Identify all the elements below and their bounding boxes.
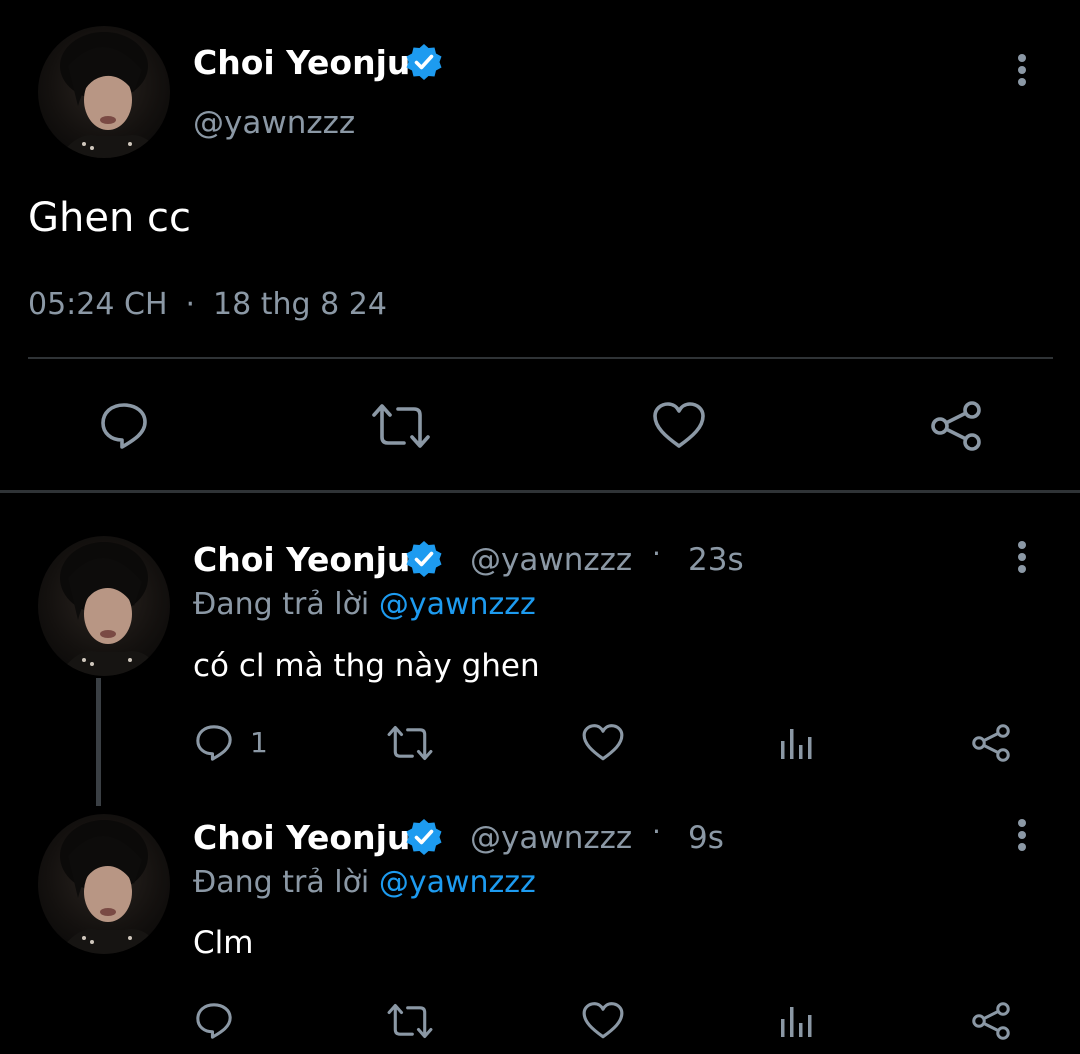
bar-chart-icon <box>781 729 812 759</box>
retweet-button[interactable] <box>384 722 436 764</box>
tweet-text: Clm <box>193 925 254 961</box>
author-name[interactable]: Choi Yeonjun <box>193 46 434 79</box>
mention-link[interactable]: @yawnzzz <box>379 587 536 622</box>
avatar[interactable] <box>38 814 170 954</box>
verified-badge-icon <box>406 44 442 80</box>
share-button[interactable] <box>968 998 1014 1044</box>
replying-to: Đang trả lời @yawnzzz <box>193 590 536 620</box>
avatar[interactable] <box>38 536 170 676</box>
verified-badge-icon <box>406 541 442 577</box>
tweet-text: Ghen cc <box>28 195 192 241</box>
tweet-timestamp: 05:24 CH · 18 thg 8 24 <box>28 290 387 320</box>
avatar-photo <box>58 32 162 158</box>
views-button[interactable] <box>776 1000 816 1042</box>
retweet-arrows-icon <box>372 404 430 448</box>
more-options-button[interactable] <box>1007 815 1037 855</box>
heart-icon <box>653 402 705 448</box>
share-button[interactable] <box>926 396 986 456</box>
reply-button[interactable] <box>194 999 240 1043</box>
more-options-button[interactable] <box>1007 537 1037 577</box>
bar-chart-icon <box>781 1007 812 1037</box>
tweet-time[interactable]: 05:24 CH <box>28 287 168 322</box>
author-name[interactable]: Choi Yeonjun <box>193 543 434 576</box>
speech-bubble-icon <box>101 403 147 449</box>
reply-button[interactable]: 1 <box>194 720 284 766</box>
like-button[interactable] <box>580 1000 626 1042</box>
replying-to-label: Đang trả lời <box>193 865 370 900</box>
more-options-button[interactable] <box>1007 50 1037 90</box>
heart-icon <box>582 1002 624 1039</box>
author-name[interactable]: Choi Yeonjun <box>193 821 434 854</box>
avatar-photo <box>58 820 162 954</box>
meta-separator: · <box>185 287 196 322</box>
speech-bubble-icon <box>196 725 232 761</box>
reply-button[interactable] <box>94 398 154 454</box>
author-handle[interactable]: @yawnzzz <box>470 823 632 854</box>
vertical-dots-icon <box>1018 54 1026 86</box>
section-divider <box>0 490 1080 493</box>
avatar-photo <box>58 542 162 676</box>
replying-to: Đang trả lời @yawnzzz <box>193 868 536 898</box>
retweet-arrows-icon <box>387 1003 433 1039</box>
tweet-date[interactable]: 18 thg 8 24 <box>213 287 387 322</box>
like-button[interactable] <box>580 722 626 764</box>
mention-link[interactable]: @yawnzzz <box>379 865 536 900</box>
author-handle[interactable]: @yawnzzz <box>470 545 632 576</box>
retweet-button[interactable] <box>384 1000 436 1042</box>
tweet-age[interactable]: 9s <box>688 823 724 854</box>
share-button[interactable] <box>968 720 1014 766</box>
tweet-text: có cl mà thg này ghen <box>193 648 540 684</box>
meta-separator: · <box>652 537 661 570</box>
vertical-dots-icon <box>1018 541 1026 573</box>
share-nodes-icon <box>931 401 981 451</box>
verified-badge-icon <box>406 819 442 855</box>
retweet-arrows-icon <box>387 725 433 761</box>
thread-line <box>96 678 101 806</box>
reply-count: 1 <box>250 726 268 759</box>
author-handle[interactable]: @yawnzzz <box>193 108 355 139</box>
speech-bubble-icon <box>196 1003 232 1039</box>
share-nodes-icon <box>972 724 1010 762</box>
divider <box>28 357 1053 359</box>
replying-to-label: Đang trả lời <box>193 587 370 622</box>
retweet-button[interactable] <box>368 398 434 454</box>
like-button[interactable] <box>648 398 710 454</box>
vertical-dots-icon <box>1018 819 1026 851</box>
meta-separator: · <box>652 815 661 848</box>
avatar[interactable] <box>38 26 170 158</box>
tweet-age[interactable]: 23s <box>688 545 744 576</box>
heart-icon <box>582 724 624 761</box>
views-button[interactable] <box>776 722 816 764</box>
share-nodes-icon <box>972 1002 1010 1040</box>
